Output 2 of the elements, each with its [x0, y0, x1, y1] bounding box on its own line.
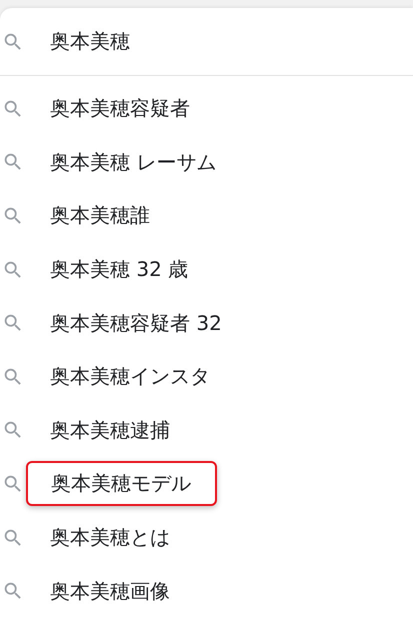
search-field[interactable]: 奥本美穂 [50, 30, 350, 54]
suggestion-item[interactable]: 奥本美穂モデル [26, 461, 217, 506]
